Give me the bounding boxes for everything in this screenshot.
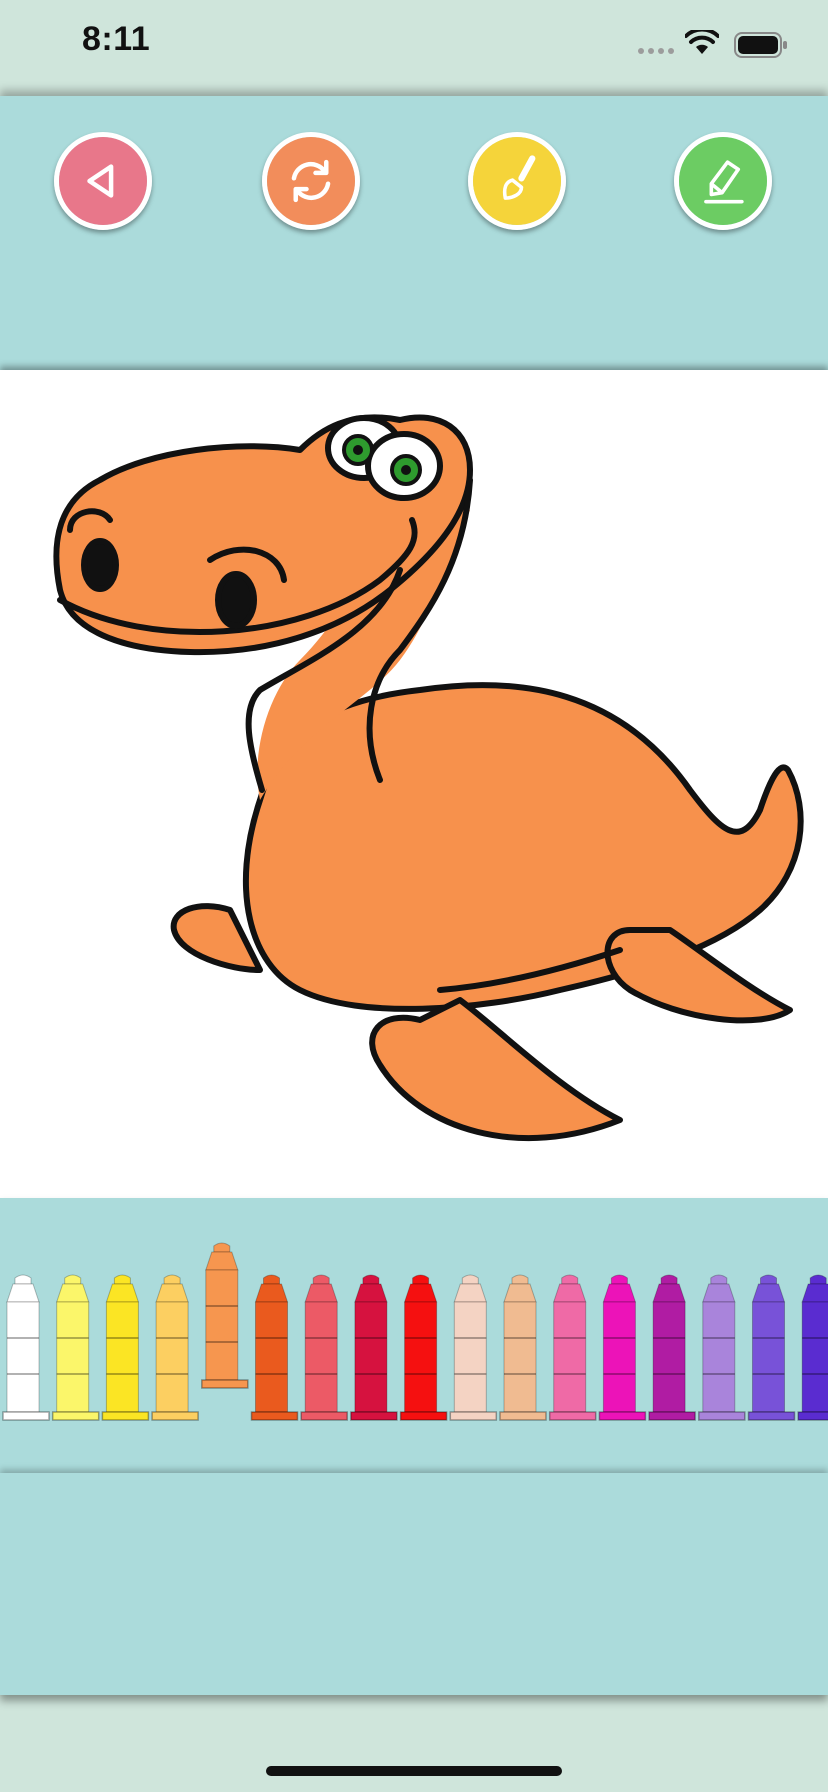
spacer-band <box>0 268 828 370</box>
crayon-color-11[interactable] <box>548 1274 597 1421</box>
crayon-color-5[interactable] <box>250 1274 299 1421</box>
status-bar: 8:11 <box>0 0 828 96</box>
color-palette <box>0 1198 828 1473</box>
reset-button[interactable] <box>262 132 360 230</box>
bottom-panel <box>0 1473 828 1695</box>
crayon-color-10[interactable] <box>499 1274 547 1421</box>
crayon-color-6[interactable] <box>300 1274 348 1421</box>
wifi-icon <box>685 30 719 54</box>
battery-icon <box>734 32 787 58</box>
crayon-color-8[interactable] <box>399 1274 448 1421</box>
crayon-color-12[interactable] <box>598 1274 647 1421</box>
coloring-canvas[interactable] <box>0 370 828 1198</box>
back-button[interactable] <box>54 132 152 230</box>
home-indicator <box>266 1766 562 1776</box>
crayon-color-15[interactable] <box>747 1274 796 1421</box>
refresh-icon <box>267 137 355 225</box>
paint-brush-icon <box>473 137 561 225</box>
pencil-icon <box>679 137 767 225</box>
status-time: 8:11 <box>82 20 151 58</box>
crayon-color-2[interactable] <box>101 1274 150 1421</box>
dinosaur-drawing[interactable] <box>0 370 828 1198</box>
crayon-color-13[interactable] <box>648 1274 696 1421</box>
crayon-color-4[interactable] <box>201 1242 249 1389</box>
pencil-button[interactable] <box>674 132 772 230</box>
crayon-color-7[interactable] <box>350 1274 398 1421</box>
cellular-signal-icon <box>638 48 674 54</box>
back-triangle-icon <box>59 137 147 225</box>
crayon-color-1[interactable] <box>51 1274 100 1421</box>
crayon-color-0[interactable] <box>2 1274 50 1421</box>
crayon-color-9[interactable] <box>449 1274 498 1421</box>
toolbar <box>0 96 828 268</box>
crayon-color-16[interactable] <box>797 1274 828 1421</box>
crayon-color-14[interactable] <box>698 1274 746 1421</box>
crayon-color-3[interactable] <box>151 1274 199 1421</box>
brush-button[interactable] <box>468 132 566 230</box>
crayon-row <box>2 1242 828 1421</box>
